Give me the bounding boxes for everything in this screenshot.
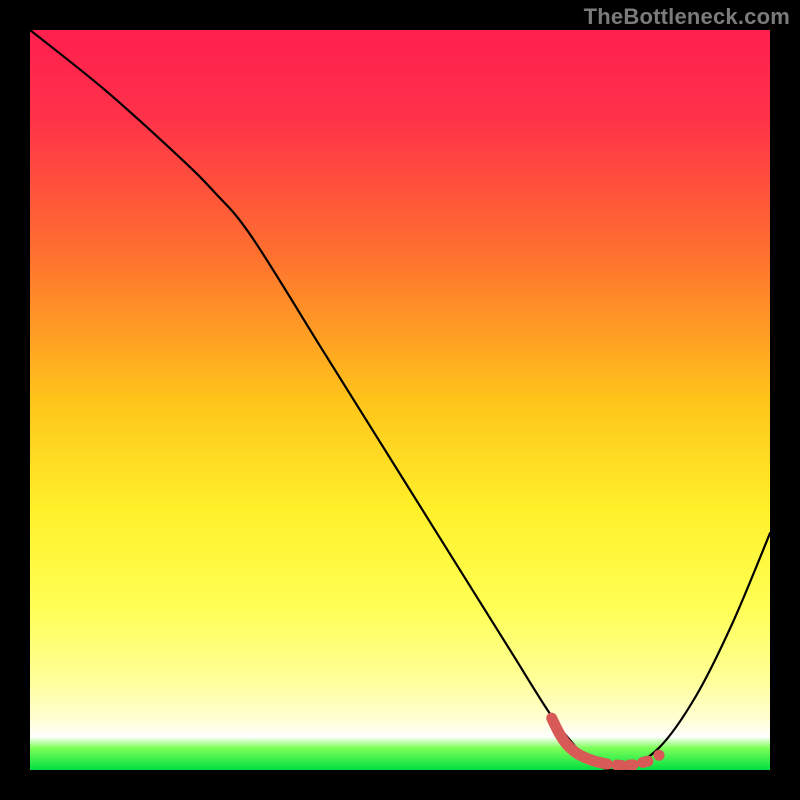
watermark-text: TheBottleneck.com [584, 4, 790, 30]
optimal-range-dashes [617, 761, 648, 765]
bottleneck-chart [30, 30, 770, 770]
chart-frame [30, 30, 770, 770]
optimal-range-endpoint [654, 750, 665, 761]
heat-background [30, 30, 770, 770]
